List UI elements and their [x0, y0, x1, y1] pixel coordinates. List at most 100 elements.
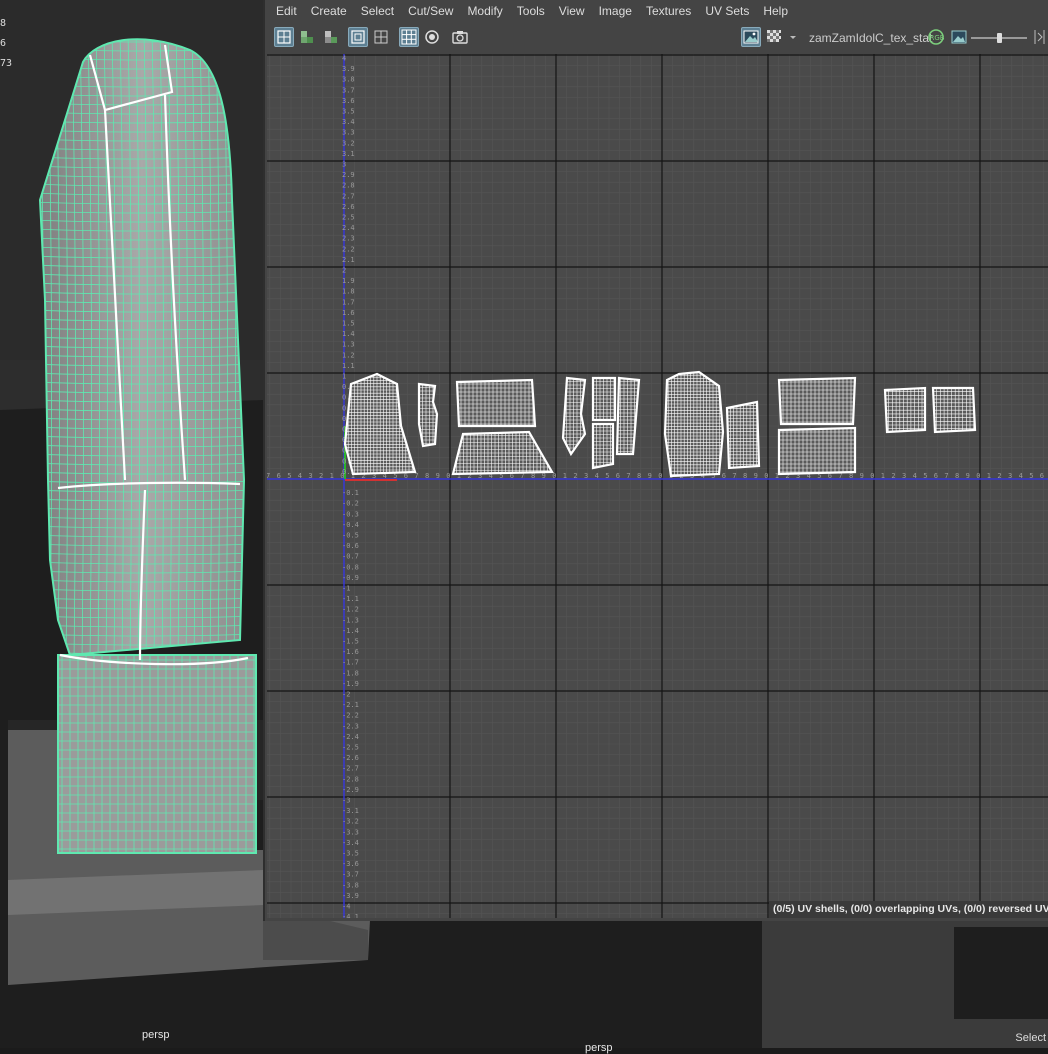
v-tick-label: -1.9 [342, 680, 359, 688]
v-tick-label: 2.4 [342, 224, 355, 232]
v-tick-label: -1.6 [342, 648, 359, 656]
v-tick-label: -1.8 [342, 669, 359, 677]
u-tick-label: 6 [616, 472, 620, 480]
image-display-icon[interactable] [741, 27, 761, 47]
v-tick-label: -0.3 [342, 510, 359, 518]
uv-shell-cap-a[interactable] [883, 386, 927, 434]
uv-edge-icon[interactable] [297, 27, 317, 47]
underlying-viewport [954, 927, 1048, 1019]
v-tick-label: -0.1 [342, 489, 359, 497]
u-tick-label: 2 [997, 472, 1001, 480]
v-tick-label: -4 [342, 903, 350, 911]
uv-shell-side-strip[interactable] [417, 382, 439, 448]
u-tick-label: 0 [658, 472, 662, 480]
v-tick-label: -3.5 [342, 850, 359, 858]
menu-view[interactable]: View [552, 4, 592, 18]
exposure-slider[interactable] [971, 33, 1027, 43]
idol-model[interactable] [30, 30, 260, 854]
v-tick-label: -1.1 [342, 595, 359, 603]
uv-shell-torso[interactable] [663, 370, 725, 478]
menu-tools[interactable]: Tools [510, 4, 552, 18]
snapshot-icon[interactable] [450, 27, 470, 47]
u-tick-label: 5 [287, 472, 291, 480]
u-tick-label: 7 [414, 472, 418, 480]
u-tick-label: 0 [552, 472, 556, 480]
u-tick-label: 8 [425, 472, 429, 480]
v-tick-label: 2.3 [342, 235, 355, 243]
scroll-arrows-icon[interactable] [1029, 27, 1048, 47]
u-tick-label: 2 [573, 472, 577, 480]
v-tick-label: -3.3 [342, 828, 359, 836]
uv-shell-side-panel[interactable] [725, 400, 761, 470]
uv-shell-cap-b[interactable] [931, 386, 977, 434]
v-tick-label: -1.4 [342, 627, 359, 635]
v-tick-label: -0.5 [342, 532, 359, 540]
uv-shell-icon[interactable] [274, 27, 294, 47]
uv-shell-top-panel[interactable] [455, 378, 537, 428]
uv-shell-strip-b[interactable] [591, 376, 617, 422]
u-tick-label: 3 [308, 472, 312, 480]
uv-shell-back-lower[interactable] [777, 426, 857, 476]
uv-canvas[interactable]: 4 3.9 3.8 3.7 3.6 3.5 3.4 3.3 3.2 3.1 3 2.9 2.8 2.7 2.… [267, 54, 1048, 918]
v-tick-label: 3.1 [342, 150, 355, 158]
menu-uv-sets[interactable]: UV Sets [698, 4, 756, 18]
dropdown-arrow-icon[interactable] [787, 27, 799, 47]
uv-editor-window[interactable]: Edit Create Select Cut/Sew Modify Tools … [263, 0, 1048, 921]
menu-textures[interactable]: Textures [639, 4, 698, 18]
v-tick-label: -2.1 [342, 701, 359, 709]
v-tick-label: 1 [342, 373, 346, 381]
uv-shell-back-upper[interactable] [777, 376, 857, 426]
uv-editor-toolbar: zamZamIdolC_tex_stat RGB [265, 21, 1048, 54]
u-tick-label: 5 [1029, 472, 1033, 480]
u-tick-label: 5 [605, 472, 609, 480]
v-tick-label: 3.3 [342, 129, 355, 137]
checker-icon[interactable] [764, 27, 784, 47]
image-icon[interactable] [949, 27, 969, 47]
v-tick-label: -1 [342, 585, 350, 593]
shaded-icon[interactable] [422, 27, 442, 47]
u-tick-label: 9 [754, 472, 758, 480]
v-tick-label: -2.8 [342, 775, 359, 783]
svg-text:RGB: RGB [930, 34, 945, 42]
u-tick-label: 2 [319, 472, 323, 480]
u-tick-label: 3 [902, 472, 906, 480]
menu-create[interactable]: Create [304, 4, 354, 18]
menu-modify[interactable]: Modify [460, 4, 509, 18]
hud-value: 6 [0, 38, 7, 49]
u-tick-label: 8 [637, 472, 641, 480]
u-tick-label: 4 [1019, 472, 1023, 480]
camera-label-bottom: persp [585, 1042, 613, 1054]
v-tick-label: -3.9 [342, 892, 359, 900]
u-tick-label: 6 [1040, 472, 1044, 480]
v-tick-label: 1.3 [342, 341, 355, 349]
u-tick-label: 4 [913, 472, 917, 480]
menu-help[interactable]: Help [756, 4, 795, 18]
u-tick-label: 6 [934, 472, 938, 480]
v-tick-label: 4 [342, 55, 346, 63]
u-tick-label: 7 [626, 472, 630, 480]
v-tick-label: -3.6 [342, 860, 359, 868]
uv-select-icon[interactable] [348, 27, 368, 47]
v-tick-label: -3.4 [342, 839, 359, 847]
uv-toggle-icon[interactable] [371, 27, 391, 47]
menu-select[interactable]: Select [354, 4, 401, 18]
menu-edit[interactable]: Edit [269, 4, 304, 18]
grid-icon[interactable] [399, 27, 419, 47]
u-tick-label: 3 [1008, 472, 1012, 480]
select-label[interactable]: Select [1015, 1032, 1046, 1044]
v-tick-label: -2.2 [342, 712, 359, 720]
rgb-icon[interactable]: RGB [926, 27, 946, 47]
menu-image[interactable]: Image [592, 4, 639, 18]
v-tick-label: -1.3 [342, 616, 359, 624]
v-tick-label: 3.7 [342, 86, 355, 94]
hud-value: 8 [0, 18, 7, 29]
uv-face-icon[interactable] [320, 27, 340, 47]
shell-fill [779, 378, 855, 424]
v-tick-label: 2.2 [342, 245, 355, 253]
uv-shell-strip-d[interactable] [591, 422, 615, 470]
texture-name-field[interactable]: zamZamIdolC_tex_stat [809, 31, 932, 45]
v-tick-label: 1.5 [342, 320, 355, 328]
menu-cut-sew[interactable]: Cut/Sew [401, 4, 460, 18]
v-tick-label: -2.4 [342, 733, 359, 741]
v-tick-label: -0.7 [342, 553, 359, 561]
